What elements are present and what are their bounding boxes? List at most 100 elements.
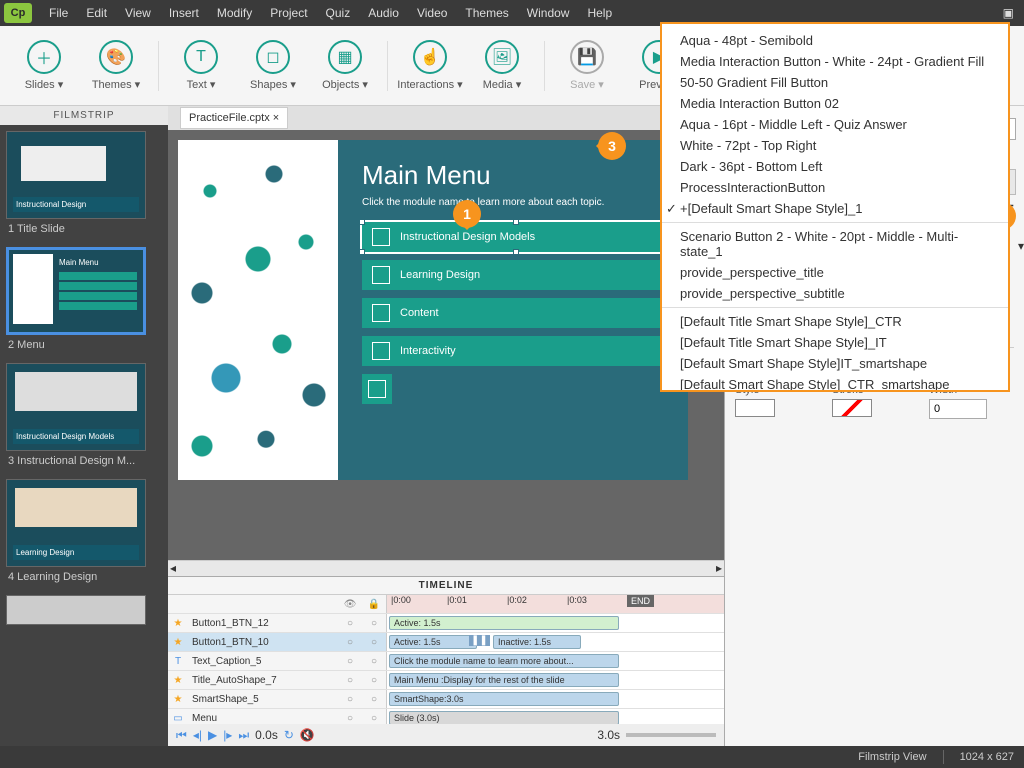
timeline-ruler[interactable]: 👁🔒 |0:00 |0:01 |0:02 |0:03 END (168, 595, 724, 614)
thumb-label: 4 Learning Design (6, 567, 162, 587)
style-option[interactable]: Aqua - 16pt - Middle Left - Quiz Answer (662, 114, 1008, 135)
stage-area: PracticeFile.cptx × 3 Main Menu Click th… (168, 106, 724, 746)
themes-tool[interactable]: 🎨Themes ▾ (80, 40, 152, 91)
themes-icon: 🎨 (99, 40, 133, 74)
filmstrip-header: FILMSTRIP (0, 106, 168, 125)
list-icon (368, 380, 386, 398)
style-option[interactable]: [Default Smart Shape Style]IT_smartshape (662, 353, 1008, 374)
menu-quiz[interactable]: Quiz (317, 6, 360, 20)
horizontal-scrollbar[interactable]: ◂▸ (168, 560, 724, 576)
objects-icon: ▦ (328, 40, 362, 74)
style-option[interactable]: Scenario Button 2 - White - 20pt - Middl… (662, 226, 1008, 262)
slide-thumb[interactable]: Instructional Design1 Title Slide (6, 131, 162, 239)
shapes-icon: ◻ (256, 40, 290, 74)
timeline-row[interactable]: ★Title_AutoShape_7○○Main Menu :Display f… (168, 671, 724, 690)
style-option[interactable]: [Default Title Smart Shape Style]_CTR (662, 311, 1008, 332)
menu-project[interactable]: Project (261, 6, 316, 20)
zoom-slider[interactable] (626, 733, 716, 737)
media-tool[interactable]: 🖼Media ▾ (466, 40, 538, 91)
step-fwd-icon[interactable]: |▸ (223, 728, 232, 742)
stroke-width-input[interactable] (929, 399, 987, 419)
slide-thumb[interactable]: Main Menu2 Menu (6, 247, 162, 355)
menu-button[interactable]: Interactivity (362, 336, 664, 366)
save-tool[interactable]: 💾Save ▾ (551, 40, 623, 91)
menu-window[interactable]: Window (518, 6, 579, 20)
stroke-style-swatch[interactable] (735, 399, 775, 417)
mute-icon[interactable]: 🔇 (300, 728, 315, 742)
close-icon[interactable]: × (273, 112, 279, 124)
step-back-icon[interactable]: ◂| (193, 728, 202, 742)
thumb-label: 3 Instructional Design M... (6, 451, 162, 471)
interactions-tool[interactable]: ☝Interactions ▾ (394, 40, 466, 91)
stroke-color-swatch[interactable] (832, 399, 872, 417)
slide-graphic (178, 140, 338, 480)
style-option[interactable]: Media Interaction Button - White - 24pt … (662, 51, 1008, 72)
app-logo: Cp (4, 3, 32, 23)
style-option[interactable]: Media Interaction Button 02 (662, 93, 1008, 114)
chevron-down-icon[interactable]: ▾ (1018, 239, 1024, 253)
menu-audio[interactable]: Audio (359, 6, 408, 20)
style-option[interactable]: White - 72pt - Top Right (662, 135, 1008, 156)
style-option[interactable]: +[Default Smart Shape Style]_1 (662, 198, 1008, 219)
style-option[interactable]: provide_perspective_subtitle (662, 283, 1008, 304)
slide-thumb[interactable]: Learning Design4 Learning Design (6, 479, 162, 587)
timeline-row[interactable]: ★Button1_BTN_10○○Active: 1.5sInactive: 1… (168, 633, 724, 652)
style-option[interactable]: ProcessInteractionButton (662, 177, 1008, 198)
menu-button[interactable]: Instructional Design Models (362, 222, 664, 252)
menu-insert[interactable]: Insert (160, 6, 208, 20)
menu-edit[interactable]: Edit (77, 6, 116, 20)
eye-icon[interactable]: 👁 (344, 599, 357, 610)
thumb-label: 1 Title Slide (6, 219, 162, 239)
media-icon: 🖼 (485, 40, 519, 74)
shapes-tool[interactable]: ◻Shapes ▾ (237, 40, 309, 91)
forward-end-icon[interactable]: ⏭ (238, 728, 249, 743)
style-option[interactable]: [Default Title Smart Shape Style]_IT (662, 332, 1008, 353)
menu-modify[interactable]: Modify (208, 6, 261, 20)
play-icon[interactable]: ▶ (208, 728, 217, 742)
lock-icon[interactable]: 🔒 (368, 599, 380, 610)
rewind-start-icon[interactable]: ⏮ (176, 728, 187, 743)
document-tab[interactable]: PracticeFile.cptx × (180, 107, 288, 129)
panel-toggle-icon[interactable]: ▣ (997, 6, 1020, 20)
loop-icon[interactable]: ↻ (284, 728, 294, 742)
objects-tool[interactable]: ▦Objects ▾ (309, 40, 381, 91)
menu-themes[interactable]: Themes (456, 6, 517, 20)
timeline-header: TIMELINE (168, 577, 724, 595)
timeline-row[interactable]: ▭Menu○○Slide (3.0s) (168, 709, 724, 724)
thumb-label: 2 Menu (6, 335, 162, 355)
style-option[interactable]: [Default Smart Shape Style]_CTR_smartsha… (662, 374, 1008, 392)
text-icon: T (184, 40, 218, 74)
slide-canvas[interactable]: Main Menu Click the module name to learn… (178, 140, 688, 480)
timeline-row[interactable]: ★Button1_BTN_12○○Active: 1.5s (168, 614, 724, 633)
style-dropdown-list[interactable]: Aqua - 48pt - SemiboldMedia Interaction … (660, 22, 1010, 392)
menu-video[interactable]: Video (408, 6, 456, 20)
slides-tool[interactable]: ＋Slides ▾ (8, 40, 80, 91)
menu-help[interactable]: Help (578, 6, 621, 20)
callout-1: 1 (453, 200, 481, 228)
save-icon: 💾 (570, 40, 604, 74)
style-option[interactable]: 50-50 Gradient Fill Button (662, 72, 1008, 93)
interactions-icon: ☝ (413, 40, 447, 74)
slide-thumb[interactable]: Instructional Design Models3 Instruction… (6, 363, 162, 471)
style-option[interactable]: Aqua - 48pt - Semibold (662, 30, 1008, 51)
button-icon (372, 342, 390, 360)
timeline-row[interactable]: ★SmartShape_5○○SmartShape:3.0s (168, 690, 724, 709)
menu-file[interactable]: File (40, 6, 77, 20)
menu-view[interactable]: View (116, 6, 160, 20)
text-tool[interactable]: TText ▾ (165, 40, 237, 91)
status-bar: Filmstrip View 1024 x 627 (0, 746, 1024, 768)
menu-button[interactable]: Learning Design (362, 260, 664, 290)
menu-btn-extra[interactable] (362, 374, 392, 404)
status-dimensions: 1024 x 627 (960, 751, 1014, 763)
style-option[interactable]: Dark - 36pt - Bottom Left (662, 156, 1008, 177)
filmstrip-panel: FILMSTRIP Instructional Design1 Title Sl… (0, 106, 168, 746)
timeline-row[interactable]: TText_Caption_5○○Click the module name t… (168, 652, 724, 671)
document-tab-bar: PracticeFile.cptx × (168, 106, 724, 130)
timeline-controls: ⏮ ◂| ▶ |▸ ⏭ 0.0s ↻ 🔇 3.0s (168, 724, 724, 746)
slide-subtitle: Click the module name to learn more abou… (362, 197, 664, 208)
button-icon (372, 266, 390, 284)
button-icon (372, 228, 390, 246)
menu-button[interactable]: Content (362, 298, 664, 328)
style-option[interactable]: provide_perspective_title (662, 262, 1008, 283)
playhead-time: 0.0s (255, 728, 278, 742)
